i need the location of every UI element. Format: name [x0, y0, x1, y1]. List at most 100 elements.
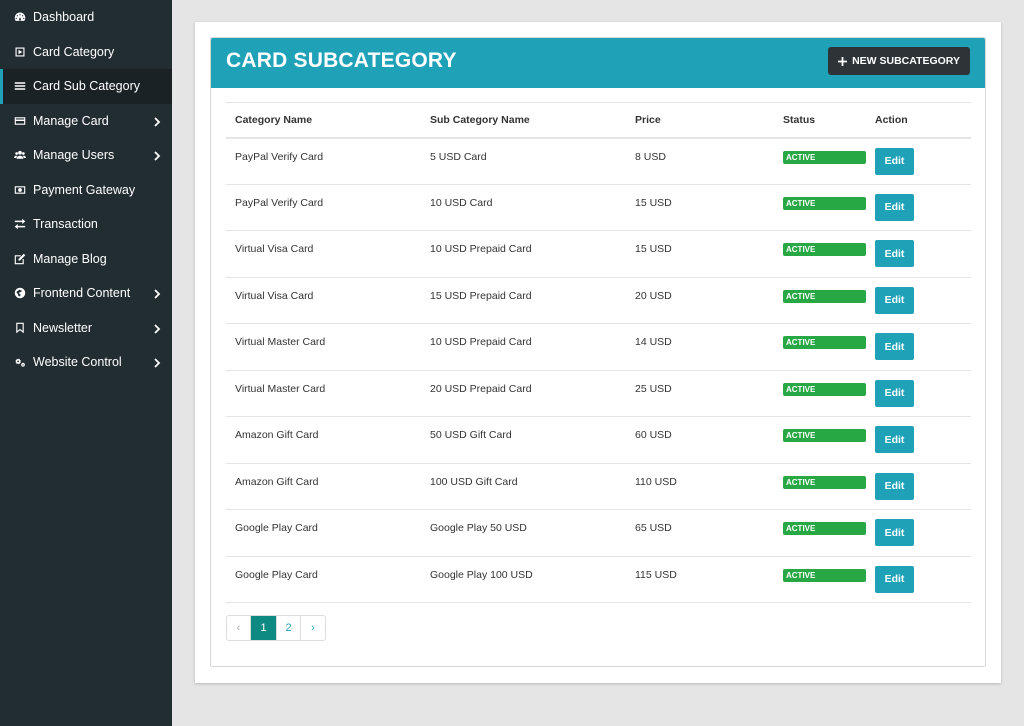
subcategory-cell: 15 USD Prepaid Card	[421, 277, 626, 324]
status-cell: ACTIVE	[774, 323, 866, 371]
bookmark-icon	[13, 321, 27, 335]
action-cell: Edit	[866, 184, 971, 231]
edit-button[interactable]: Edit	[875, 286, 914, 314]
pagination-next[interactable]: ›	[301, 616, 325, 640]
sidebar-item-manage-blog[interactable]: Manage Blog	[0, 242, 172, 277]
table-row: Virtual Visa Card 10 USD Prepaid Card 15…	[226, 230, 971, 278]
status-cell: ACTIVE	[774, 416, 866, 464]
edit-button[interactable]: Edit	[875, 379, 914, 407]
subcategory-cell: 10 USD Card	[421, 184, 626, 231]
status-cell: ACTIVE	[774, 556, 866, 603]
action-cell: Edit	[866, 416, 971, 464]
price-cell: 110 USD	[626, 463, 774, 510]
status-cell: ACTIVE	[774, 463, 866, 510]
category-cell: Amazon Gift Card	[226, 416, 421, 464]
edit-button[interactable]: Edit	[875, 147, 914, 175]
chevron-right-icon	[152, 116, 162, 127]
edit-button[interactable]: Edit	[875, 193, 914, 221]
edit-button[interactable]: Edit	[875, 565, 914, 593]
table-row: Amazon Gift Card 100 USD Gift Card 110 U…	[226, 463, 971, 510]
chevron-right-icon	[152, 357, 162, 368]
column-header-action: Action	[866, 102, 971, 139]
status-cell: ACTIVE	[774, 370, 866, 417]
price-cell: 25 USD	[626, 370, 774, 417]
category-cell: Virtual Master Card	[226, 370, 421, 417]
action-cell: Edit	[866, 277, 971, 324]
table-row: Amazon Gift Card 50 USD Gift Card 60 USD…	[226, 416, 971, 464]
subcategory-cell: 10 USD Prepaid Card	[421, 230, 626, 278]
price-cell: 15 USD	[626, 184, 774, 231]
sidebar-item-transaction[interactable]: Transaction	[0, 207, 172, 242]
category-cell: Virtual Visa Card	[226, 230, 421, 278]
status-badge: ACTIVE	[783, 336, 866, 349]
category-cell: PayPal Verify Card	[226, 137, 421, 185]
action-cell: Edit	[866, 230, 971, 278]
subcategory-cell: 50 USD Gift Card	[421, 416, 626, 464]
dashboard-icon	[13, 10, 27, 24]
page-title: CARD SUBCATEGORY	[226, 49, 457, 72]
sidebar-item-label: Dashboard	[33, 10, 95, 25]
plus-icon	[838, 56, 848, 66]
sidebar-item-label: Newsletter	[33, 320, 93, 335]
price-cell: 15 USD	[626, 230, 774, 278]
pagination-page-2[interactable]: 2	[277, 616, 301, 640]
status-badge: ACTIVE	[783, 522, 866, 535]
action-cell: Edit	[866, 509, 971, 557]
subcategory-cell: Google Play 100 USD	[421, 556, 626, 603]
sidebar: Dashboard Card Category Card Sub Categor…	[0, 0, 172, 726]
status-cell: ACTIVE	[774, 230, 866, 278]
chevron-right-icon	[152, 323, 162, 334]
action-cell: Edit	[866, 556, 971, 603]
pagination-page-1[interactable]: 1	[251, 616, 277, 640]
table-row: PayPal Verify Card 10 USD Card 15 USD AC…	[226, 184, 971, 231]
sidebar-item-frontend-content[interactable]: Frontend Content	[0, 276, 172, 311]
box-header: CARD SUBCATEGORY NEW SUBCATEGORY	[211, 38, 985, 88]
pagination-prev[interactable]: ‹	[227, 616, 251, 640]
sidebar-item-manage-card[interactable]: Manage Card	[0, 104, 172, 139]
column-header-status: Status	[774, 102, 866, 139]
sidebar-item-card-sub-category[interactable]: Card Sub Category	[0, 69, 172, 104]
edit-button[interactable]: Edit	[875, 333, 914, 361]
chevron-right-icon	[152, 288, 162, 299]
subcategory-cell: 100 USD Gift Card	[421, 463, 626, 510]
column-header-price: Price	[626, 102, 774, 139]
sidebar-item-newsletter[interactable]: Newsletter	[0, 311, 172, 346]
sidebar-item-card-category[interactable]: Card Category	[0, 35, 172, 70]
status-badge: ACTIVE	[783, 382, 866, 396]
sidebar-item-dashboard[interactable]: Dashboard	[0, 0, 172, 35]
bars-icon	[13, 79, 27, 93]
table-row: Google Play Card Google Play 100 USD 115…	[226, 556, 971, 603]
sidebar-item-label: Card Category	[33, 44, 115, 59]
category-cell: Google Play Card	[226, 509, 421, 557]
table-row: Virtual Master Card 10 USD Prepaid Card …	[226, 323, 971, 371]
column-header-category: Category Name	[226, 102, 421, 139]
pagination: ‹ 1 2 ›	[226, 615, 326, 641]
status-badge: ACTIVE	[783, 429, 866, 442]
sidebar-item-label: Manage Card	[33, 113, 109, 128]
subcategory-cell: 10 USD Prepaid Card	[421, 323, 626, 371]
sidebar-item-payment-gateway[interactable]: Payment Gateway	[0, 173, 172, 208]
exchange-icon	[13, 217, 27, 231]
sidebar-item-label: Website Control	[33, 355, 122, 370]
status-cell: ACTIVE	[774, 277, 866, 324]
status-badge: ACTIVE	[783, 196, 866, 210]
action-cell: Edit	[866, 323, 971, 371]
edit-button[interactable]: Edit	[875, 426, 914, 454]
money-icon	[13, 183, 27, 197]
edit-button[interactable]: Edit	[875, 472, 914, 500]
sidebar-item-website-control[interactable]: Website Control	[0, 345, 172, 380]
new-subcategory-button[interactable]: NEW SUBCATEGORY	[828, 47, 970, 75]
sidebar-item-label: Frontend Content	[33, 286, 131, 301]
edit-button[interactable]: Edit	[875, 240, 914, 268]
subcategory-cell: 5 USD Card	[421, 137, 626, 185]
price-cell: 20 USD	[626, 277, 774, 324]
edit-icon	[13, 252, 27, 266]
edit-button[interactable]: Edit	[875, 519, 914, 547]
new-subcategory-label: NEW SUBCATEGORY	[852, 55, 960, 67]
credit-card-icon	[13, 114, 27, 128]
price-cell: 14 USD	[626, 323, 774, 371]
subcategory-cell: Google Play 50 USD	[421, 509, 626, 557]
table-row: PayPal Verify Card 5 USD Card 8 USD ACTI…	[226, 137, 971, 185]
sidebar-item-manage-users[interactable]: Manage Users	[0, 138, 172, 173]
chevron-right-icon	[152, 150, 162, 161]
